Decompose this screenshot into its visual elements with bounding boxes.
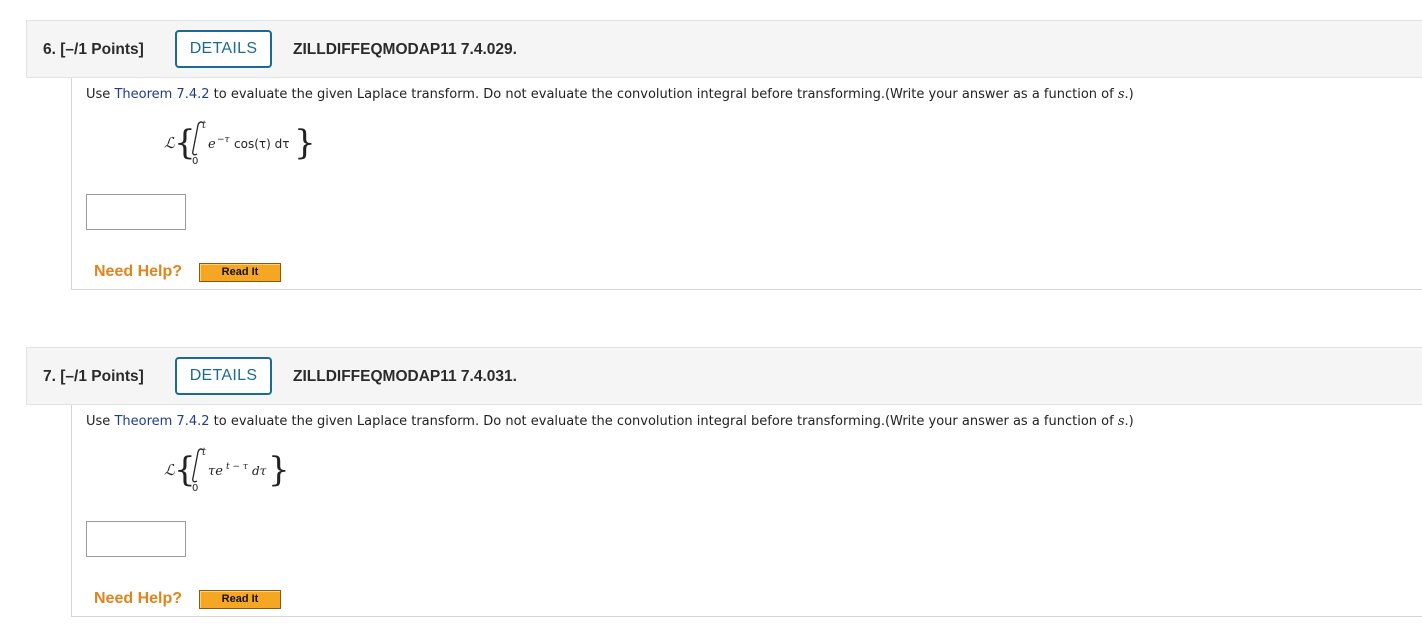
details-button[interactable]: DETAILS (175, 30, 272, 68)
read-it-button[interactable]: Read It (199, 263, 281, 282)
upper-limit: t (202, 120, 207, 131)
answer-input[interactable] (86, 194, 186, 230)
question-number-points: 7. [–/1 Points] (43, 368, 144, 385)
theorem-link[interactable]: Theorem 7.4.2 (114, 87, 209, 102)
right-brace: } (294, 123, 316, 163)
lower-limit: 0 (192, 483, 198, 494)
integrand-exponent: t − τ (226, 462, 249, 472)
need-help-label: Need Help? (94, 590, 183, 607)
question-header: 6. [–/1 Points] DETAILS ZILLDIFFEQMODAP1… (26, 20, 1422, 78)
lower-limit: 0 (192, 156, 198, 167)
instruction-text: Use Theorem 7.4.2 to evaluate the given … (86, 414, 1134, 429)
integrand-base: τe (208, 464, 223, 479)
problem-id: ZILLDIFFEQMODAP11 7.4.029. (293, 41, 517, 58)
laplace-formula: ℒ { t 0 e −τ cos(τ) dτ } (164, 120, 316, 167)
laplace-formula: ℒ { t 0 τe t − τ dτ } (164, 447, 290, 494)
problem-id: ZILLDIFFEQMODAP11 7.4.031. (293, 368, 517, 385)
question-header: 7. [–/1 Points] DETAILS ZILLDIFFEQMODAP1… (26, 347, 1422, 405)
question-body: Use Theorem 7.4.2 to evaluate the given … (71, 405, 1422, 617)
need-help-label: Need Help? (94, 263, 183, 280)
answer-input[interactable] (86, 521, 186, 557)
theorem-link[interactable]: Theorem 7.4.2 (114, 414, 209, 429)
details-button[interactable]: DETAILS (175, 357, 272, 395)
integrand-base: e (208, 137, 216, 152)
integrand-rest: dτ (252, 464, 267, 478)
instruction-text: Use Theorem 7.4.2 to evaluate the given … (86, 87, 1134, 102)
upper-limit: t (202, 447, 207, 458)
read-it-button[interactable]: Read It (199, 590, 281, 609)
integrand-exponent: −τ (217, 135, 231, 145)
integrand-rest: cos(τ) dτ (234, 137, 289, 151)
question-body: Use Theorem 7.4.2 to evaluate the given … (71, 78, 1422, 290)
right-brace: } (268, 450, 290, 490)
question-number-points: 6. [–/1 Points] (43, 41, 144, 58)
